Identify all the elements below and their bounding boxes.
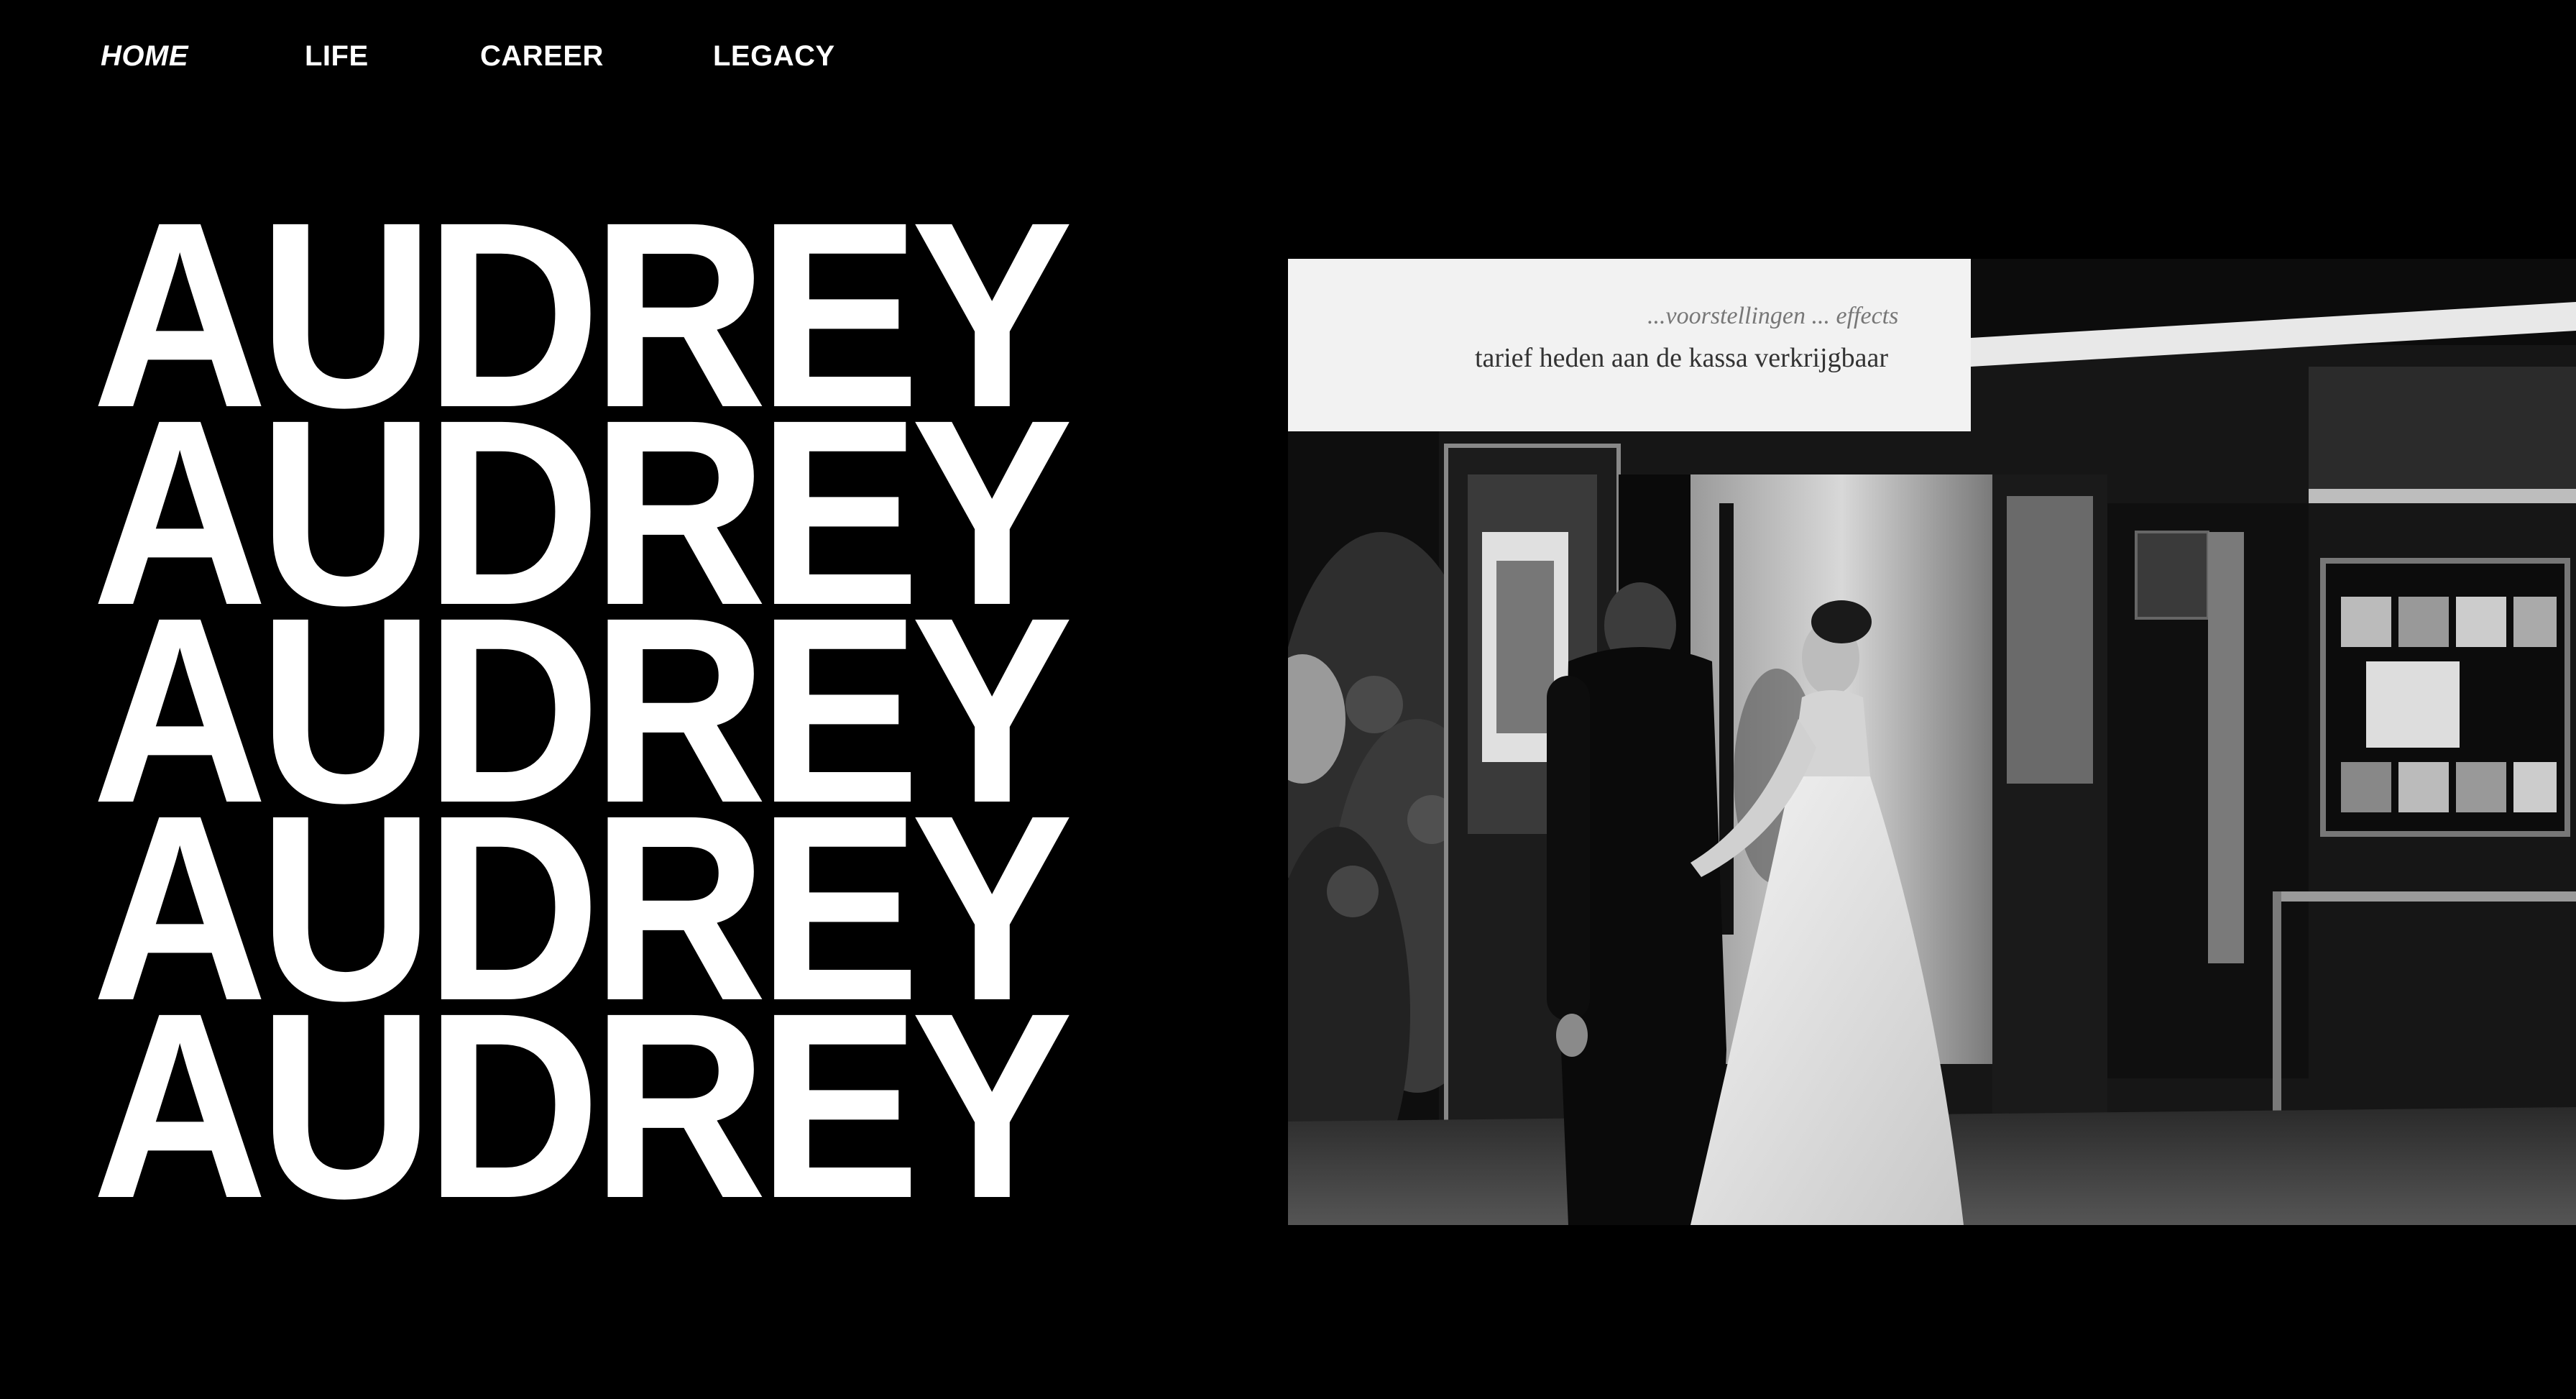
nav-link-life[interactable]: LIFE bbox=[305, 37, 480, 75]
hero-title-stack: AUDREY AUDREY AUDREY AUDREY AUDREY bbox=[92, 183, 1213, 1253]
sign-text: tarief heden aan de kassa verkrijgbaar bbox=[1475, 343, 1888, 373]
hero-photo: ...voorstellingen ... effects tarief hed… bbox=[1288, 259, 2576, 1225]
nav-link-home[interactable]: HOME bbox=[101, 37, 305, 75]
nav-link-career[interactable]: CAREER bbox=[480, 37, 713, 75]
nav-link-legacy[interactable]: LEGACY bbox=[713, 37, 842, 75]
sign-text-small: ...voorstellingen ... effects bbox=[1647, 303, 1898, 329]
hero-title-line: AUDREY bbox=[92, 958, 1073, 1253]
main-nav: HOME LIFE CAREER LEGACY bbox=[101, 37, 842, 75]
